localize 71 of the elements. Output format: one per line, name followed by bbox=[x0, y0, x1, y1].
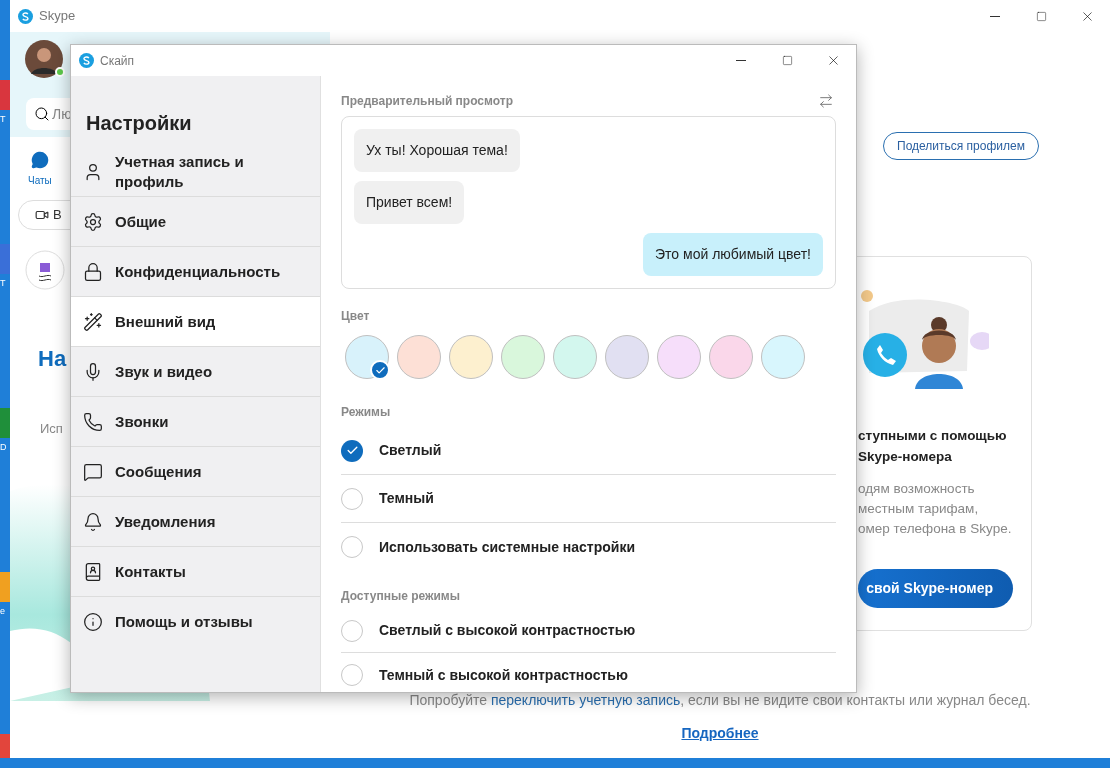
color-swatch[interactable] bbox=[449, 335, 493, 379]
color-swatch[interactable] bbox=[657, 335, 701, 379]
promo-text: одям возможность bbox=[858, 480, 976, 498]
window-title: Скайп bbox=[100, 52, 135, 70]
color-swatch[interactable] bbox=[397, 335, 441, 379]
chat-bubble-icon bbox=[30, 151, 49, 169]
chat-bubble: Это мой любимый цвет! bbox=[643, 233, 823, 276]
promo-title: Skype-номера bbox=[858, 448, 953, 466]
radio-button[interactable] bbox=[341, 664, 363, 686]
settings-nav-item[interactable]: Внешний вид bbox=[71, 297, 320, 347]
color-label: Цвет bbox=[341, 308, 371, 325]
taskbar-app-icon[interactable] bbox=[0, 734, 10, 758]
bell-icon bbox=[83, 511, 103, 532]
promo-text: омер телефона в Skype. bbox=[858, 520, 1013, 538]
skype-logo-icon bbox=[18, 8, 33, 24]
search-icon bbox=[34, 106, 50, 122]
desktop-icon-label: T bbox=[0, 278, 6, 288]
video-camera-icon bbox=[35, 208, 49, 222]
contact-book-icon bbox=[83, 561, 103, 582]
desktop-icon-label: D bbox=[0, 442, 7, 452]
color-swatch[interactable] bbox=[501, 335, 545, 379]
settings-heading: Настройки bbox=[85, 111, 193, 136]
chats-tab[interactable]: Чаты bbox=[28, 151, 52, 188]
radio-button[interactable] bbox=[341, 487, 363, 510]
welcome-heading: На bbox=[38, 345, 67, 373]
desktop-icon-label: e bbox=[0, 606, 5, 616]
welcome-text: Исп bbox=[40, 420, 63, 438]
promo-text: местным тарифам, bbox=[858, 500, 980, 518]
desktop-icon-label: T bbox=[0, 114, 6, 124]
phone-icon bbox=[83, 411, 103, 432]
accessible-modes-label: Доступные режимы bbox=[341, 588, 461, 605]
radio-button[interactable] bbox=[341, 619, 363, 642]
chat-bubble: Ух ты! Хорошая тема! bbox=[354, 129, 520, 172]
check-icon bbox=[345, 444, 359, 457]
message-icon bbox=[83, 461, 103, 482]
get-number-button[interactable]: свой Skype-номер bbox=[858, 569, 1013, 608]
desktop-app-icon[interactable] bbox=[0, 244, 10, 274]
mode-option[interactable]: Использовать системные настройки bbox=[379, 536, 636, 558]
maximize-icon bbox=[1035, 10, 1047, 22]
radio-button[interactable] bbox=[341, 536, 363, 558]
mode-option[interactable]: Светлый bbox=[379, 440, 442, 461]
minimize-icon bbox=[736, 60, 746, 61]
bot-avatar-icon[interactable] bbox=[25, 250, 65, 290]
avatar-icon[interactable] bbox=[25, 40, 63, 78]
mode-option[interactable]: Темный bbox=[379, 488, 434, 509]
color-swatch[interactable] bbox=[761, 335, 805, 379]
swap-icon[interactable] bbox=[818, 93, 834, 109]
switch-account-hint: Попробуйте переключить учетную запись, если вы не видите свои контакты или журнал бесед. bbox=[409, 691, 1031, 710]
color-swatch[interactable] bbox=[605, 335, 649, 379]
maximize-icon bbox=[781, 55, 793, 66]
desktop-app-icon[interactable] bbox=[0, 572, 10, 602]
window-title: Skype bbox=[39, 7, 76, 26]
mode-option[interactable]: Светлый с высокой контрастностью bbox=[379, 620, 636, 641]
desktop-app-icon[interactable] bbox=[0, 408, 10, 438]
radio-button[interactable] bbox=[341, 439, 363, 462]
learn-more-link[interactable]: Подробнее bbox=[681, 723, 759, 744]
color-swatch[interactable] bbox=[553, 335, 597, 379]
magic-wand-icon bbox=[83, 311, 103, 332]
info-icon bbox=[83, 612, 103, 632]
color-swatch[interactable] bbox=[709, 335, 753, 379]
color-swatch[interactable] bbox=[345, 335, 389, 379]
lock-icon bbox=[83, 261, 103, 282]
chat-bubble: Привет всем! bbox=[354, 181, 465, 224]
mode-option[interactable]: Темный с высокой контрастностью bbox=[379, 664, 628, 686]
skype-logo-icon bbox=[79, 53, 94, 68]
preview-label: Предварительный просмотр bbox=[341, 93, 513, 110]
desktop-app-icon[interactable] bbox=[0, 80, 10, 110]
settings-icon bbox=[83, 211, 103, 232]
modes-label: Режимы bbox=[341, 404, 392, 421]
minimize-icon bbox=[990, 15, 1000, 17]
promo-title: ступными с помощью bbox=[858, 427, 1008, 445]
